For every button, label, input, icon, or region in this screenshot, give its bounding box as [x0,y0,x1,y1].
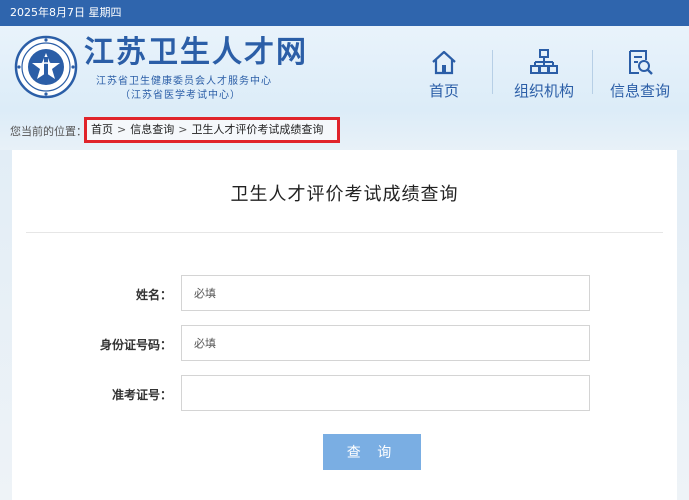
nav-divider [492,50,493,94]
query-form-card: 卫生人才评价考试成绩查询 姓名： 身份证号码： 准考证号： 查 询 [12,150,677,500]
nav-home[interactable]: 首页 [411,26,477,110]
site-title[interactable]: 江苏卫生人才网 [84,36,308,70]
breadcrumb-bar: 您当前的位置： 首页 > 信息查询 > 卫生人才评价考试成绩查询 [0,110,689,150]
logo-emblem-icon[interactable] [14,35,78,99]
breadcrumb-separator: > [178,123,188,136]
search-document-icon [629,50,653,75]
nav-info-query[interactable]: 信息查询 [600,26,680,110]
admission-ticket-input[interactable] [181,375,590,411]
home-icon [432,50,456,75]
nav-organization[interactable]: 组织机构 [500,26,588,110]
nav-home-label: 首页 [428,82,459,100]
page-side-background [677,150,689,500]
breadcrumb-home[interactable]: 首页 [91,123,113,136]
breadcrumb-prefix: 您当前的位置： [10,125,87,138]
top-date-bar: 2025年8月7日 星期四 [0,0,689,26]
title-divider [26,232,663,233]
id-number-input[interactable] [181,325,590,361]
page-title: 卫生人才评价考试成绩查询 [230,184,459,205]
page-side-background [0,150,12,500]
nav-divider [592,50,593,94]
nav-organization-label: 组织机构 [513,82,574,100]
breadcrumb-info-query[interactable]: 信息查询 [130,123,174,136]
breadcrumb: 首页 > 信息查询 > 卫生人才评价考试成绩查询 [84,117,340,143]
id-number-label: 身份证号码： [99,338,172,352]
org-chart-icon [530,49,558,74]
site-subtitle-secondary: （江苏省医学考试中心） [120,90,241,101]
admission-ticket-label: 准考证号： [111,388,172,402]
query-button[interactable]: 查 询 [323,434,421,470]
nav-info-query-label: 信息查询 [609,82,670,100]
breadcrumb-current: 卫生人才评价考试成绩查询 [191,123,324,136]
site-header: 江苏卫生人才网 江苏省卫生健康委员会人才服务中心 （江苏省医学考试中心） 首页 … [0,26,689,110]
name-label: 姓名： [135,288,172,302]
name-input[interactable] [181,275,590,311]
current-date: 2025年8月7日 星期四 [10,6,122,19]
site-subtitle: 江苏省卫生健康委员会人才服务中心 [96,76,272,87]
breadcrumb-separator: > [117,123,127,136]
